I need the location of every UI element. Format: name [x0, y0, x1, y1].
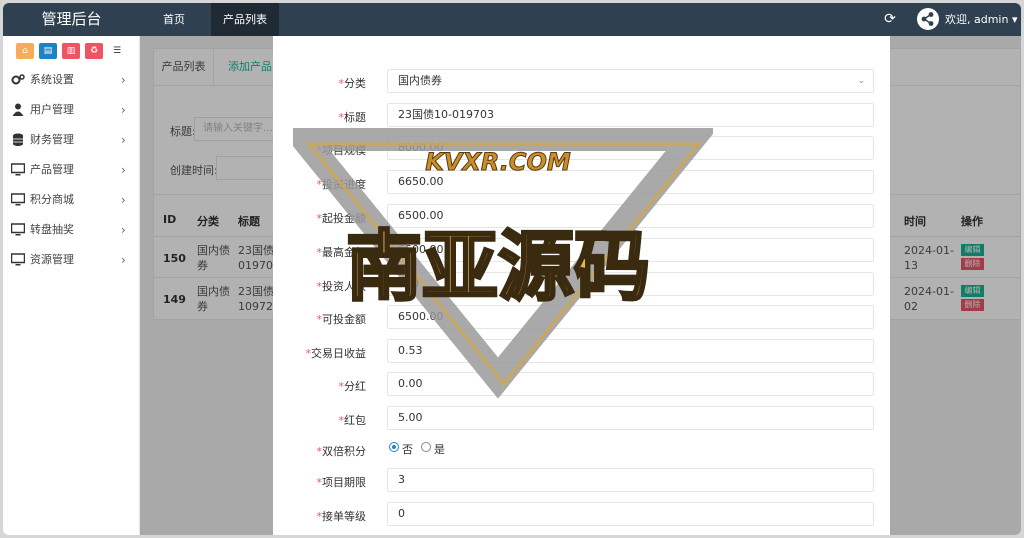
sidebar-item-lottery[interactable]: 转盘抽奖 ›	[3, 215, 140, 245]
monitor-icon	[11, 223, 25, 236]
user-menu[interactable]: 欢迎, admin ▾	[945, 3, 1017, 36]
gears-icon	[11, 74, 25, 85]
brand-title: 管理后台	[41, 10, 102, 28]
field-label-min-invest: *起投金额	[316, 212, 367, 225]
trash-icon[interactable]: ▥	[62, 43, 80, 59]
chevron-right-icon: ›	[121, 133, 126, 147]
field-label-order-level: *接单等级	[316, 510, 367, 523]
radio-label: 是	[434, 443, 445, 456]
sidebar-item-label: 财务管理	[30, 133, 74, 146]
top-navbar: 管理后台 首页 产品列表 ⟳ 欢迎, admin ▾	[3, 3, 1021, 36]
field-label-double-points: *双倍积分	[316, 445, 367, 458]
sidebar-item-finance[interactable]: 财务管理 ›	[3, 125, 140, 155]
monitor-icon	[11, 253, 25, 266]
double-points-no-radio[interactable]	[389, 442, 399, 452]
project-scale-field[interactable]: 8000.00	[387, 136, 874, 160]
field-label-title: *标题	[338, 111, 367, 124]
min-invest-field[interactable]: 6500.00	[387, 204, 874, 228]
field-label-red-packet: *红包	[338, 414, 367, 427]
refresh-icon[interactable]: ⟳	[883, 12, 897, 26]
share-icon	[918, 9, 938, 29]
category-select[interactable]: 国内债券 ⌄	[387, 69, 874, 93]
chevron-right-icon: ›	[121, 103, 126, 117]
avatar[interactable]	[917, 8, 939, 30]
edit-product-modal: *分类 国内债券 ⌄ *标题 23国债10-019703 *项目规模 8000.0…	[273, 36, 890, 535]
red-packet-field[interactable]: 5.00	[387, 406, 874, 430]
dividend-field[interactable]: 0.00	[387, 372, 874, 396]
chevron-right-icon: ›	[121, 253, 126, 267]
home-icon[interactable]: ⌂	[16, 43, 34, 59]
sidebar-item-label: 产品管理	[30, 163, 74, 176]
document-icon[interactable]: ▤	[39, 43, 57, 59]
nav-tab-product-list[interactable]: 产品列表	[211, 3, 279, 36]
investor-count-field[interactable]: 500	[387, 272, 874, 296]
chevron-right-icon: ›	[121, 163, 126, 177]
sidebar-item-label: 转盘抽奖	[30, 223, 74, 236]
user-icon	[12, 103, 24, 116]
sidebar-item-user-management[interactable]: 用户管理 ›	[3, 95, 140, 125]
sidebar-item-points-mall[interactable]: 积分商城 ›	[3, 185, 140, 215]
sidebar-item-resources[interactable]: 资源管理 ›	[3, 245, 140, 275]
list-icon[interactable]: ☰	[108, 43, 126, 59]
monitor-icon	[11, 193, 25, 206]
field-label-daily-return: *交易日收益	[305, 347, 367, 360]
field-label-max-amount: *最高金额	[316, 246, 367, 259]
sidebar-item-label: 资源管理	[30, 253, 74, 266]
database-icon	[13, 133, 23, 146]
monitor-icon	[11, 163, 25, 176]
radio-label: 否	[402, 443, 413, 456]
field-label-category: *分类	[338, 77, 367, 90]
nav-tab-home[interactable]: 首页	[153, 3, 195, 36]
chevron-down-icon: ⌄	[857, 76, 865, 86]
sidebar-item-label: 系统设置	[30, 73, 74, 86]
order-level-field[interactable]: 0	[387, 502, 874, 526]
chevron-right-icon: ›	[121, 193, 126, 207]
max-amount-field[interactable]: 6500.00	[387, 238, 874, 262]
available-amount-field[interactable]: 6500.00	[387, 305, 874, 329]
field-label-dividend: *分红	[338, 380, 367, 393]
sidebar: ⌂ ▤ ▥ ♻ ☰ 系统设置 › 用户管理 › 财务管理 › 产品管理 › 积分…	[3, 36, 140, 535]
sidebar-item-label: 积分商城	[30, 193, 74, 206]
chevron-right-icon: ›	[121, 73, 126, 87]
recycle-icon[interactable]: ♻	[85, 43, 103, 59]
field-label-investor-count: *投资人数	[316, 280, 367, 293]
chevron-right-icon: ›	[121, 223, 126, 237]
field-label-available-amount: *可投金额	[316, 313, 367, 326]
sidebar-item-products[interactable]: 产品管理 ›	[3, 155, 140, 185]
sidebar-item-label: 用户管理	[30, 103, 74, 116]
project-term-field[interactable]: 3	[387, 468, 874, 492]
field-label-project-scale: *项目规模	[316, 144, 367, 157]
sidebar-item-system-settings[interactable]: 系统设置 ›	[3, 65, 140, 95]
invest-progress-field[interactable]: 6650.00	[387, 170, 874, 194]
field-label-project-term: *项目期限	[316, 476, 367, 489]
field-label-invest-progress: *投资进度	[316, 178, 367, 191]
daily-return-field[interactable]: 0.53	[387, 339, 874, 363]
app-window: 管理后台 首页 产品列表 ⟳ 欢迎, admin ▾ ⌂ ▤ ▥ ♻ ☰ 系统设…	[3, 3, 1021, 535]
double-points-yes-radio[interactable]	[421, 442, 431, 452]
title-field[interactable]: 23国债10-019703	[387, 103, 874, 127]
